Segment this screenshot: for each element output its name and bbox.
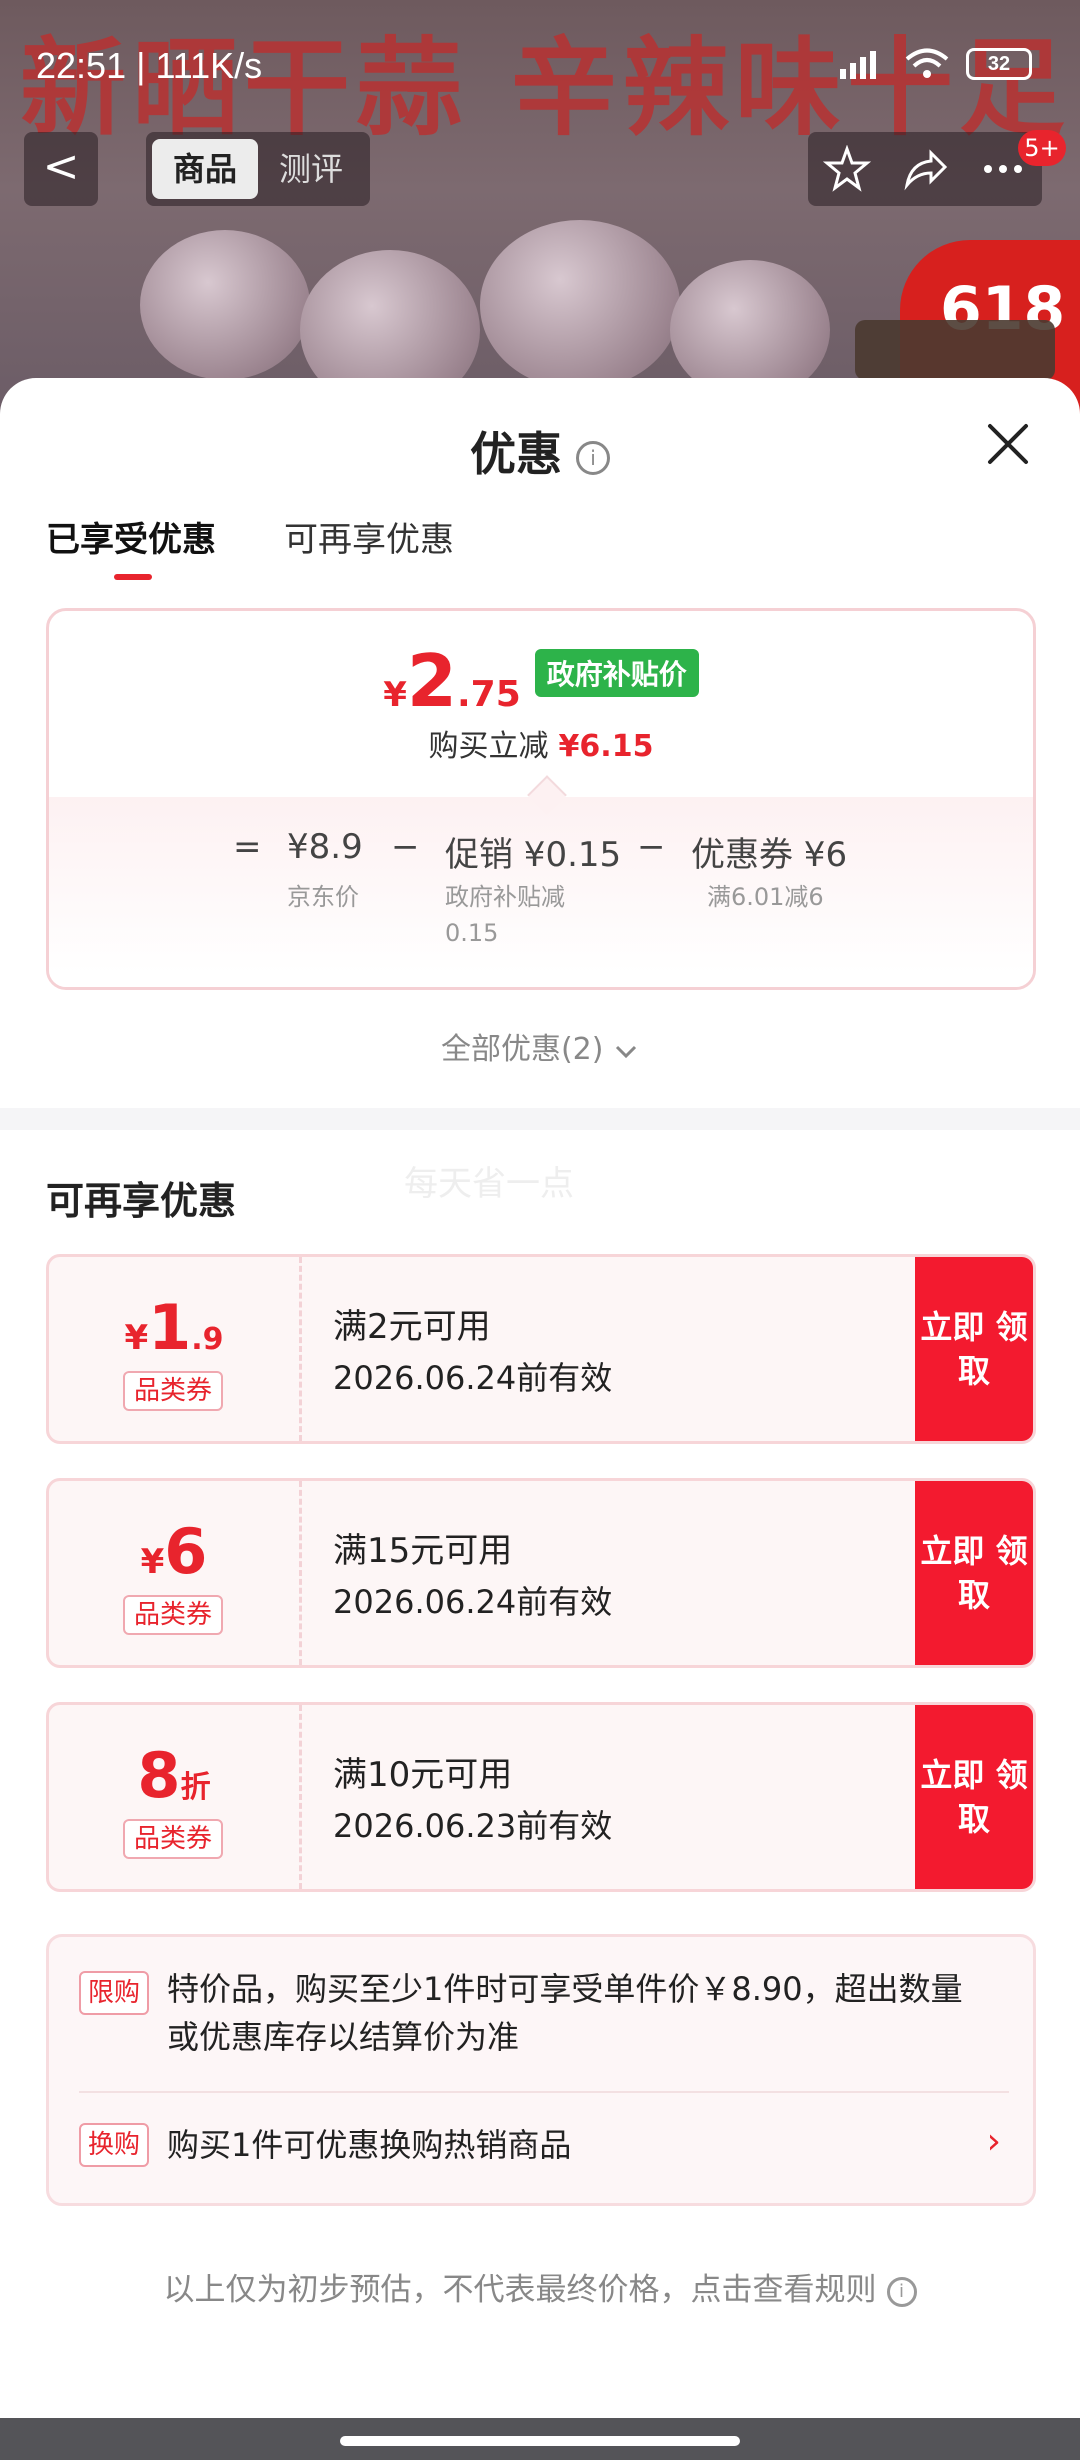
- final-price: ¥2.75 政府补贴价: [49, 639, 1033, 723]
- coupon-validity: 2026.06.24前有效: [333, 1359, 613, 1397]
- close-icon[interactable]: [978, 414, 1038, 474]
- all-promos-toggle[interactable]: 全部优惠(2): [0, 1024, 1080, 1068]
- coupon-amount-decimal: .9: [191, 1322, 224, 1357]
- coupon-amount: 8: [137, 1739, 181, 1812]
- coupon-separator: [299, 1257, 302, 1441]
- coupon-card: 8折 品类券 满10元可用 2026.06.23前有效 立即 领取: [46, 1702, 1036, 1892]
- limit-notice-text: 特价品，购买至少1件时可享受单件价￥8.90，超出数量或优惠库存以结算价为准: [167, 1970, 963, 2056]
- coupon-symbol: ¥: [140, 1542, 165, 1582]
- disclaimer-text: 以上仅为初步预估，不代表最终价格，点击查看规则: [163, 2272, 877, 2308]
- instant-reduce: 购买立减 ¥6.15: [49, 721, 1033, 765]
- coupon-type: 品类券: [123, 1819, 223, 1859]
- info-icon[interactable]: i: [886, 2276, 917, 2307]
- coupon-value: ¥1.9 品类券: [49, 1257, 299, 1441]
- coupon-separator: [299, 1481, 302, 1665]
- chevron-down-icon: [615, 1045, 637, 1058]
- section-title: 可再享优惠: [46, 1179, 237, 1223]
- home-indicator[interactable]: [340, 2436, 740, 2446]
- calc-jd-price-label: 京东价: [287, 883, 359, 911]
- coupon-card: ¥1.9 品类券 满2元可用 2026.06.24前有效 立即 领取: [46, 1254, 1036, 1444]
- live-preview-thumbnail[interactable]: [855, 320, 1055, 380]
- price-integer: 2: [406, 639, 457, 723]
- coupon-value: 8折 品类券: [49, 1705, 299, 1889]
- tab-more-available[interactable]: 可再享优惠: [284, 512, 454, 561]
- coupon-condition: 满15元可用: [333, 1531, 513, 1571]
- price-breakdown-card: ¥2.75 政府补贴价 购买立减 ¥6.15 = ¥8.9 京东价 − 促销 ¥0.…: [46, 608, 1036, 990]
- coupon-discount-unit: 折: [180, 1770, 211, 1805]
- coupon-symbol: ¥: [124, 1318, 149, 1358]
- wifi-icon: [905, 48, 949, 78]
- notice-divider: [79, 2091, 1009, 2093]
- coupon-type: 品类券: [123, 1371, 223, 1411]
- limit-tag: 限购: [79, 1971, 149, 2015]
- coupon-validity: 2026.06.23前有效: [333, 1807, 613, 1845]
- coupon-validity: 2026.06.24前有效: [333, 1583, 613, 1621]
- calc-minus: −: [391, 827, 420, 867]
- coupon-amount: 6: [164, 1515, 208, 1588]
- promotion-sheet: 优惠 i 已享受优惠 可再享优惠 ¥2.75 政府补贴价 购买立减 ¥6.15 = ¥…: [0, 378, 1080, 2418]
- top-actions: [808, 132, 1042, 206]
- gov-subsidy-tag: 政府补贴价: [534, 649, 699, 697]
- currency-symbol: ¥: [383, 675, 407, 715]
- share-icon[interactable]: [901, 145, 949, 193]
- claim-coupon-button[interactable]: 立即 领取: [915, 1481, 1033, 1665]
- coupon-amount: 1: [148, 1291, 192, 1364]
- calc-jd-price: ¥8.9: [287, 827, 363, 867]
- chevron-right-icon[interactable]: ›: [987, 2121, 1001, 2162]
- status-time: 22:51 | 111K/s: [36, 45, 263, 86]
- garlic-image: [480, 220, 680, 390]
- sheet-title-text: 优惠: [470, 427, 562, 481]
- instant-reduce-value: ¥6.15: [558, 729, 654, 764]
- coupon-value: ¥6 品类券: [49, 1481, 299, 1665]
- tab-enjoyed[interactable]: 已享受优惠: [46, 512, 216, 580]
- watermark-text: 每天省一点: [404, 1164, 574, 1204]
- tab-product[interactable]: 商品: [152, 139, 258, 199]
- coupon-condition: 满2元可用: [333, 1307, 491, 1347]
- price-decimal: .75: [456, 674, 521, 715]
- back-button[interactable]: <: [24, 132, 98, 206]
- coupon-card: ¥6 品类券 满15元可用 2026.06.24前有效 立即 领取: [46, 1478, 1036, 1668]
- coupon-separator: [299, 1705, 302, 1889]
- calc-promo-label: 政府补贴减 0.15: [445, 883, 565, 947]
- claim-coupon-button[interactable]: 立即 领取: [915, 1257, 1033, 1441]
- calc-promo: 促销 ¥0.15: [445, 835, 622, 875]
- battery-icon: 32: [966, 48, 1032, 80]
- signal-icon: [840, 51, 876, 79]
- promo-tabs: 已享受优惠 可再享优惠: [46, 512, 454, 580]
- calc-coupon: 优惠券 ¥6: [691, 835, 848, 875]
- calc-coupon-label: 满6.01减6: [707, 883, 824, 911]
- garlic-image: [140, 230, 310, 380]
- notification-badge: 5+: [1018, 130, 1066, 166]
- all-promos-label: 全部优惠(2): [440, 1032, 604, 1067]
- instant-reduce-label: 购买立减: [428, 729, 549, 764]
- section-divider: [0, 1108, 1080, 1130]
- claim-coupon-button[interactable]: 立即 领取: [915, 1705, 1033, 1889]
- coupon-condition: 满10元可用: [333, 1755, 513, 1795]
- exchange-notice-text[interactable]: 购买1件可优惠换购热销商品: [167, 2121, 571, 2169]
- calc-equals: =: [233, 827, 262, 867]
- status-icons: 32: [838, 48, 1032, 80]
- sheet-title: 优惠 i: [0, 418, 1080, 484]
- star-icon[interactable]: [823, 145, 871, 193]
- coupon-type: 品类券: [123, 1595, 223, 1635]
- disclaimer[interactable]: 以上仅为初步预估，不代表最终价格，点击查看规则 i: [0, 2264, 1080, 2309]
- tab-reviews[interactable]: 测评: [258, 139, 364, 199]
- info-icon[interactable]: i: [576, 440, 610, 475]
- status-bar: 22:51 | 111K/s 32: [0, 0, 1080, 140]
- purchase-notices: 限购 特价品，购买至少1件时可享受单件价￥8.90，超出数量或优惠库存以结算价为…: [46, 1934, 1036, 2206]
- calc-minus: −: [637, 827, 666, 867]
- top-tabs: 商品 测评: [146, 132, 370, 206]
- exchange-tag: 换购: [79, 2123, 149, 2167]
